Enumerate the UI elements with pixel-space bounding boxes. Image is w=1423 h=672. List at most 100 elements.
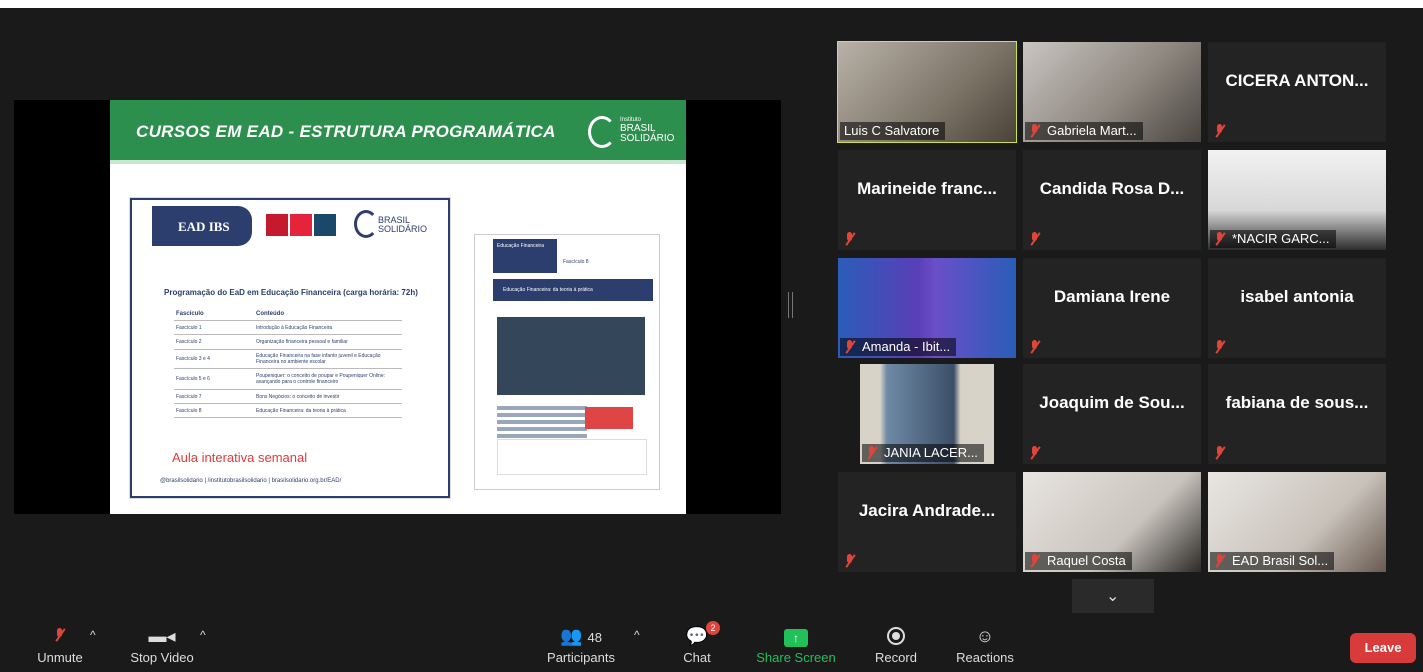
participant-tile[interactable]: Candida Rosa D... — [1023, 150, 1201, 250]
participant-name: Gabriela Mart... — [1047, 123, 1137, 138]
unmute-button[interactable]: Unmute — [24, 622, 96, 672]
leave-button[interactable]: Leave — [1350, 633, 1416, 663]
participant-tile[interactable]: Amanda - Ibit... — [838, 258, 1016, 358]
flyer-band: Educação Financeira: da teoria à prática — [493, 279, 653, 301]
participant-name: JANIA LACER... — [884, 445, 978, 460]
program-title: Programação do EaD em Educação Financeir… — [164, 288, 418, 297]
mic-off-icon — [1214, 232, 1226, 246]
participant-tile[interactable]: Damiana Irene — [1023, 258, 1201, 358]
gallery-expand-button[interactable]: ⌄ — [1072, 579, 1154, 613]
mic-off-icon — [1029, 232, 1041, 246]
mic-off-icon — [844, 554, 856, 568]
flyer-title: Educação Financeira — [497, 243, 544, 249]
participant-label: Raquel Costa — [1025, 552, 1132, 570]
mic-off-icon — [866, 446, 878, 460]
logo-ring-icon — [354, 210, 378, 238]
mic-off-icon — [1214, 340, 1226, 354]
participants-count: 48 — [587, 630, 602, 645]
split-resize-handle[interactable] — [788, 292, 793, 318]
participant-label — [1025, 444, 1053, 462]
table-cell-conteudo: Educação Financeira na fase infanto juve… — [256, 353, 381, 365]
table-row: Fascículo 1 Introdução à Educação Finance… — [174, 321, 402, 335]
table-row: Fascículo 5 e 6 Poupeniquer: o conceito d… — [174, 369, 402, 390]
flyer-image — [585, 407, 633, 429]
participant-label: EAD Brasil Sol... — [1210, 552, 1335, 570]
participant-tile[interactable]: *NACIR GARC... — [1208, 150, 1386, 250]
participants-label: Participants — [547, 650, 615, 665]
participant-tile[interactable]: EAD Brasil Sol... — [1208, 472, 1386, 572]
table-row: Fascículo 3 e 4 Educação Financeira na fa… — [174, 350, 402, 369]
participant-tile[interactable]: Luis C Salvatore — [837, 41, 1017, 143]
share-screen-button[interactable]: ↑ Share Screen — [752, 622, 840, 672]
participant-tile[interactable]: fabiana de sous... — [1208, 364, 1386, 464]
table-row: Fascículo 7 Bons Negócios: o conceito de … — [174, 390, 402, 404]
mic-off-icon — [1214, 124, 1226, 138]
video-options-caret[interactable]: ^ — [200, 628, 206, 642]
participant-name-display: Damiana Irene — [1053, 287, 1171, 306]
participant-label — [840, 552, 868, 570]
program-table: Fascículo Conteúdo Fascículo 1 Introdução… — [174, 308, 402, 418]
unmute-label: Unmute — [37, 650, 83, 665]
table-cell-fasciculo: Fascículo 8 — [176, 407, 202, 414]
table-cell-fasciculo: Fascículo 1 — [176, 324, 202, 331]
participant-tile[interactable]: JANIA LACER... — [860, 364, 994, 464]
participants-options-caret[interactable]: ^ — [634, 628, 640, 642]
brasil-solidario-logo: Instituto BRASIL SOLIDÁRIO — [588, 116, 678, 148]
participant-name-display: Joaquim de Sou... — [1039, 393, 1185, 412]
table-cell-fasciculo: Fascículo 3 e 4 — [176, 356, 210, 362]
mic-off-icon — [1214, 446, 1226, 460]
record-label: Record — [875, 650, 917, 665]
social-links: @brasilsolidario | /institutobrasilsolid… — [160, 478, 342, 484]
shared-screen: CURSOS EM EAD - ESTRUTURA PROGRAMÁTICA I… — [14, 100, 781, 514]
aula-text: Aula interativa semanal — [172, 450, 308, 465]
sdg-icon — [314, 214, 336, 236]
participant-name: EAD Brasil Sol... — [1232, 553, 1329, 568]
participant-name: Luis C Salvatore — [844, 123, 940, 138]
participant-name-display: Jacira Andrade... — [858, 501, 996, 520]
mic-off-icon — [1029, 340, 1041, 354]
flyer-quote — [497, 439, 647, 475]
participant-tile[interactable]: Joaquim de Sou... — [1023, 364, 1201, 464]
participant-tile[interactable]: CICERA ANTON... — [1208, 42, 1386, 142]
stop-video-button[interactable]: ▬◂ Stop Video — [120, 622, 204, 672]
share-screen-label: Share Screen — [756, 650, 836, 665]
people-icon: 👥 48 — [560, 626, 602, 646]
logo-big-text: BRASIL SOLIDÁRIO — [620, 123, 675, 144]
ead-ibs-card: EAD IBS BRASIL SOLIDÁRIO Programação do … — [130, 198, 450, 498]
participants-button[interactable]: 👥 48 Participants — [540, 622, 622, 672]
participant-name: Raquel Costa — [1047, 553, 1126, 568]
participant-label — [1210, 444, 1238, 462]
participant-tile[interactable]: Raquel Costa — [1023, 472, 1201, 572]
table-row: Fascículo 2 Organização financeira pessoa… — [174, 335, 402, 350]
reactions-button[interactable]: ☺ Reactions — [950, 622, 1020, 672]
participant-tile[interactable]: Marineide franc... — [838, 150, 1016, 250]
table-header: Conteúdo — [256, 311, 284, 317]
logo-ring-icon — [588, 116, 616, 148]
participant-label: *NACIR GARC... — [1210, 230, 1336, 248]
mic-off-icon — [1029, 124, 1041, 138]
table-cell-conteudo: Organização financeira pessoal e familia… — [256, 339, 348, 345]
smiley-plus-icon: ☺ — [975, 626, 995, 646]
table-header: Fascículo — [176, 311, 204, 317]
slide-header: CURSOS EM EAD - ESTRUTURA PROGRAMÁTICA I… — [110, 100, 686, 164]
flyer-bullets — [497, 403, 587, 441]
record-icon — [866, 622, 926, 650]
mic-off-icon — [1029, 554, 1041, 568]
record-button[interactable]: Record — [866, 622, 926, 672]
participant-name: *NACIR GARC... — [1232, 231, 1330, 246]
audio-options-caret[interactable]: ^ — [90, 628, 96, 642]
flyer-fasciculo: Fascículo 8 — [563, 259, 589, 265]
participant-label — [1025, 338, 1053, 356]
table-cell-fasciculo: Fascículo 5 e 6 — [176, 376, 210, 382]
participant-label: JANIA LACER... — [862, 444, 984, 462]
participant-label — [1210, 122, 1238, 140]
participant-tile[interactable]: Jacira Andrade... — [838, 472, 1016, 572]
flyer-thumbnail: Educação Financeira Fascículo 8 Educação… — [474, 234, 660, 490]
top-white-strip — [0, 0, 1423, 8]
participant-label — [1025, 230, 1053, 248]
flyer-header: Educação Financeira Fascículo 8 — [493, 239, 653, 279]
participant-name-display: Candida Rosa D... — [1039, 179, 1185, 198]
participant-tile[interactable]: Gabriela Mart... — [1023, 42, 1201, 142]
participant-tile[interactable]: isabel antonia — [1208, 258, 1386, 358]
table-cell-fasciculo: Fascículo 2 — [176, 339, 202, 345]
